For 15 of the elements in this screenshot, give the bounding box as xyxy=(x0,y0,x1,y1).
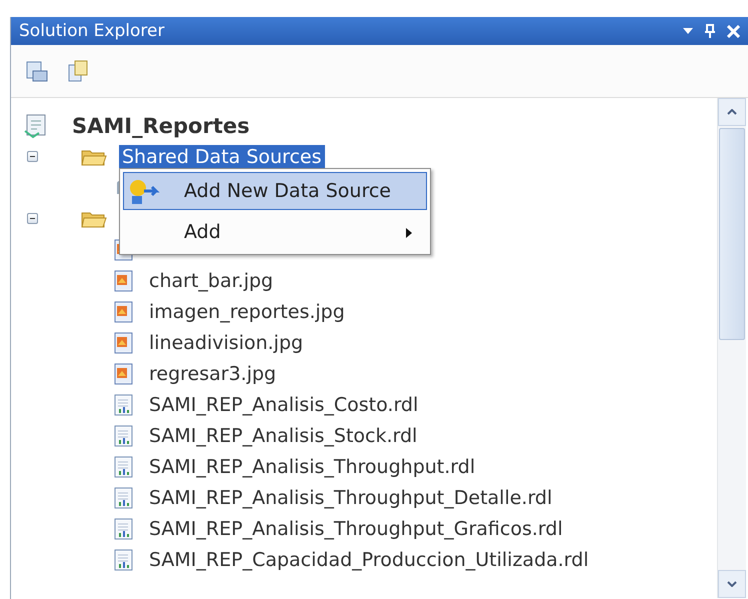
tree-item[interactable]: lineadivision.jpg xyxy=(146,330,306,354)
tree-item[interactable]: SAMI_REP_Analisis_Stock.rdl xyxy=(146,424,420,448)
menu-item[interactable]: Add New Data Source xyxy=(123,172,427,210)
tree-item[interactable]: SAMI_REP_Analisis_Costo.rdl xyxy=(146,392,422,416)
tree-item[interactable]: SAMI_Reportes xyxy=(69,114,253,138)
tree-item[interactable]: SAMI_REP_Analisis_Throughput_Graficos.rdl xyxy=(146,516,566,540)
tree-item[interactable]: Shared Data Sources xyxy=(119,144,324,168)
tree-item[interactable]: SAMI_REP_Analisis_Throughput_Detalle.rdl xyxy=(146,486,556,510)
tree-item[interactable]: chart_bar.jpg xyxy=(146,268,276,292)
tree-item[interactable]: SAMI_REP_Capacidad_Produccion_Utilizada.rdl xyxy=(146,548,592,572)
menu-item[interactable]: Add xyxy=(123,213,427,251)
tree-item[interactable]: SAMI_REP_Analisis_Throughput.rdl xyxy=(146,454,478,478)
window-title: Solution Explorer xyxy=(19,21,166,41)
tree-item[interactable]: imagen_reportes.jpg xyxy=(146,300,348,324)
tree-item[interactable]: regresar3.jpg xyxy=(146,362,280,386)
